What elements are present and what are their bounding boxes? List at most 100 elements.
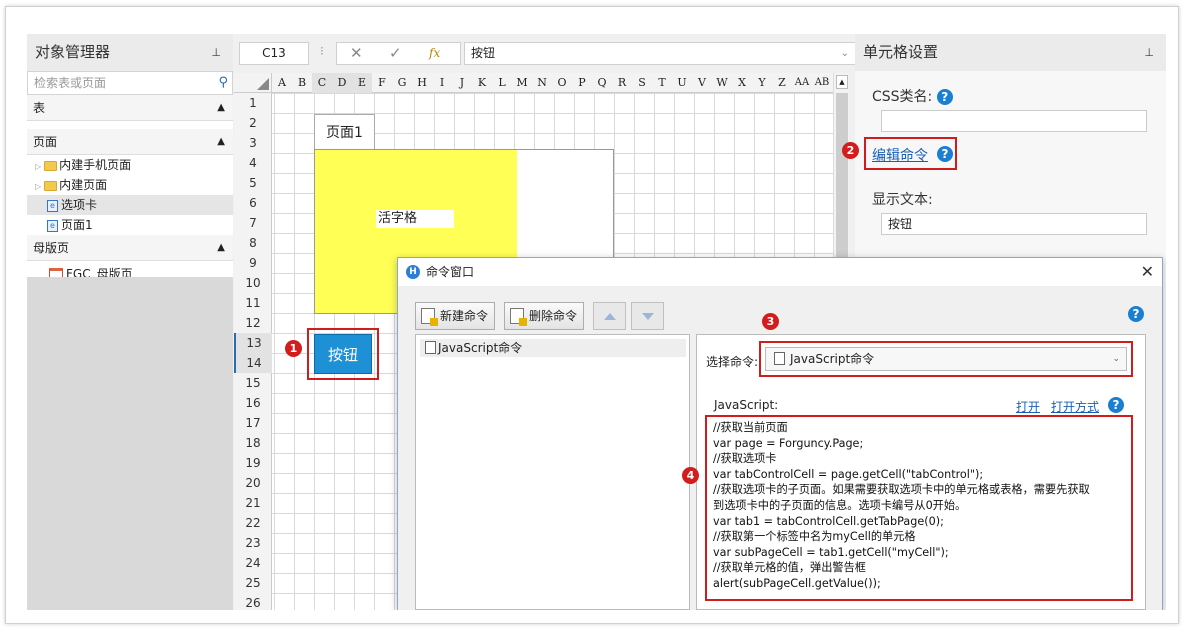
section-master-pages[interactable]: 母版页 ▲	[27, 235, 233, 261]
row-header[interactable]: 24	[234, 553, 272, 573]
move-up-button[interactable]	[593, 302, 626, 330]
column-header[interactable]: S	[632, 73, 652, 93]
column-header[interactable]: B	[292, 73, 312, 93]
display-text-input[interactable]: 按钮	[881, 213, 1147, 235]
row-header[interactable]: 20	[234, 473, 272, 493]
row-header[interactable]: 23	[234, 533, 272, 553]
new-command-button[interactable]: 新建命令	[415, 302, 496, 330]
column-header[interactable]: D	[332, 73, 352, 93]
column-header[interactable]: F	[372, 73, 392, 93]
row-header[interactable]: 3	[234, 133, 272, 153]
search-icon[interactable]: ⚲	[218, 72, 228, 94]
select-all-corner[interactable]	[234, 73, 272, 93]
help-icon[interactable]: ?	[936, 89, 953, 105]
row-header[interactable]: 26	[234, 593, 272, 610]
column-header[interactable]: A	[272, 73, 292, 93]
tree-item-page1[interactable]: e 页面1	[27, 215, 233, 235]
chevron-down-icon[interactable]: ⌄	[1112, 348, 1120, 370]
open-with-link[interactable]: 打开方式	[1051, 398, 1099, 415]
tree-item-mobile-pages[interactable]: ▷ 内建手机页面	[27, 155, 233, 175]
help-icon[interactable]: ?	[1128, 306, 1144, 322]
search-input[interactable]: 检索表或页面 ⚲	[27, 71, 233, 95]
row-header[interactable]: 7	[234, 213, 272, 233]
collapse-caret-icon[interactable]: ▲	[217, 95, 225, 121]
row-header[interactable]: 14	[234, 353, 272, 373]
cell-reference-box[interactable]: C13	[239, 42, 309, 65]
row-header[interactable]: 25	[234, 573, 272, 593]
tree-item-builtin-pages[interactable]: ▷ 内建页面	[27, 175, 233, 195]
column-header[interactable]: H	[412, 73, 432, 93]
row-header[interactable]: 6	[234, 193, 272, 213]
pin-icon[interactable]: ⊥	[211, 34, 221, 71]
section-tables[interactable]: 表 ▲	[27, 95, 233, 121]
column-header[interactable]: I	[432, 73, 452, 93]
row-header[interactable]: 17	[234, 413, 272, 433]
select-command-dropdown[interactable]: JavaScript命令 ⌄	[765, 347, 1127, 371]
column-header[interactable]: J	[452, 73, 472, 93]
row-header[interactable]: 21	[234, 493, 272, 513]
row-header[interactable]: 19	[234, 453, 272, 473]
row-header[interactable]: 16	[234, 393, 272, 413]
column-header[interactable]: K	[472, 73, 492, 93]
list-item[interactable]: JavaScript命令	[420, 339, 686, 357]
column-header[interactable]: O	[552, 73, 572, 93]
scroll-up-icon[interactable]: ▲	[836, 75, 848, 89]
chevron-down-icon[interactable]: ⌄	[841, 43, 849, 64]
column-header[interactable]: C	[312, 73, 332, 93]
javascript-code-editor[interactable]: //获取当前页面 var page = Forguncy.Page; //获取选…	[705, 415, 1133, 601]
collapse-caret-icon[interactable]: ▲	[217, 129, 225, 155]
row-header[interactable]: 12	[234, 313, 272, 333]
column-header[interactable]: X	[732, 73, 752, 93]
column-header[interactable]: Q	[592, 73, 612, 93]
column-header[interactable]: G	[392, 73, 412, 93]
expand-triangle-icon[interactable]: ▷	[35, 162, 41, 171]
column-header[interactable]: L	[492, 73, 512, 93]
section-pages[interactable]: 页面 ▲	[27, 129, 233, 155]
cancel-icon[interactable]: ✕	[350, 43, 363, 64]
row-header[interactable]: 22	[234, 513, 272, 533]
pin-icon[interactable]: ⊥	[1144, 34, 1154, 71]
callout-badge-2: 2	[842, 142, 859, 159]
column-header[interactable]: AA	[792, 73, 812, 93]
collapse-caret-icon[interactable]: ▲	[217, 235, 225, 261]
row-header[interactable]: 10	[234, 273, 272, 293]
row-header[interactable]: 5	[234, 173, 272, 193]
edit-command-link[interactable]: 编辑命令	[872, 145, 928, 165]
column-header[interactable]: Y	[752, 73, 772, 93]
expand-triangle-icon[interactable]: ▷	[35, 182, 41, 191]
row-header[interactable]: 13	[234, 333, 272, 353]
column-header[interactable]: T	[652, 73, 672, 93]
close-icon[interactable]: ✕	[1141, 258, 1154, 286]
column-header[interactable]: N	[532, 73, 552, 93]
command-list[interactable]: JavaScript命令	[415, 334, 690, 610]
column-header[interactable]: P	[572, 73, 592, 93]
open-link[interactable]: 打开	[1016, 398, 1040, 415]
column-header[interactable]: R	[612, 73, 632, 93]
tab-page1[interactable]: 页面1	[314, 114, 375, 150]
column-header[interactable]: E	[352, 73, 372, 93]
css-class-input[interactable]	[881, 110, 1147, 132]
column-header[interactable]: AB	[812, 73, 832, 93]
confirm-icon[interactable]: ✓	[389, 43, 402, 64]
row-header[interactable]: 1	[234, 93, 272, 113]
column-header[interactable]: U	[672, 73, 692, 93]
function-icon[interactable]: fx	[429, 43, 440, 64]
column-header[interactable]: M	[512, 73, 532, 93]
row-header[interactable]: 9	[234, 253, 272, 273]
row-header[interactable]: 18	[234, 433, 272, 453]
column-header[interactable]: Z	[772, 73, 792, 93]
row-header[interactable]: 2	[234, 113, 272, 133]
formula-input[interactable]: 按钮 ⌄	[464, 42, 856, 65]
tree-item-tab-page[interactable]: e 选项卡	[27, 195, 233, 215]
row-header[interactable]: 4	[234, 153, 272, 173]
row-header[interactable]: 8	[234, 233, 272, 253]
grid-button[interactable]: 按钮	[314, 334, 372, 374]
move-down-button[interactable]	[631, 302, 664, 330]
help-icon[interactable]: ?	[937, 146, 953, 162]
column-header[interactable]: W	[712, 73, 732, 93]
delete-command-button[interactable]: 删除命令	[504, 302, 585, 330]
column-header[interactable]: V	[692, 73, 712, 93]
help-icon[interactable]: ?	[1108, 397, 1124, 413]
row-header[interactable]: 11	[234, 293, 272, 313]
row-header[interactable]: 15	[234, 373, 272, 393]
